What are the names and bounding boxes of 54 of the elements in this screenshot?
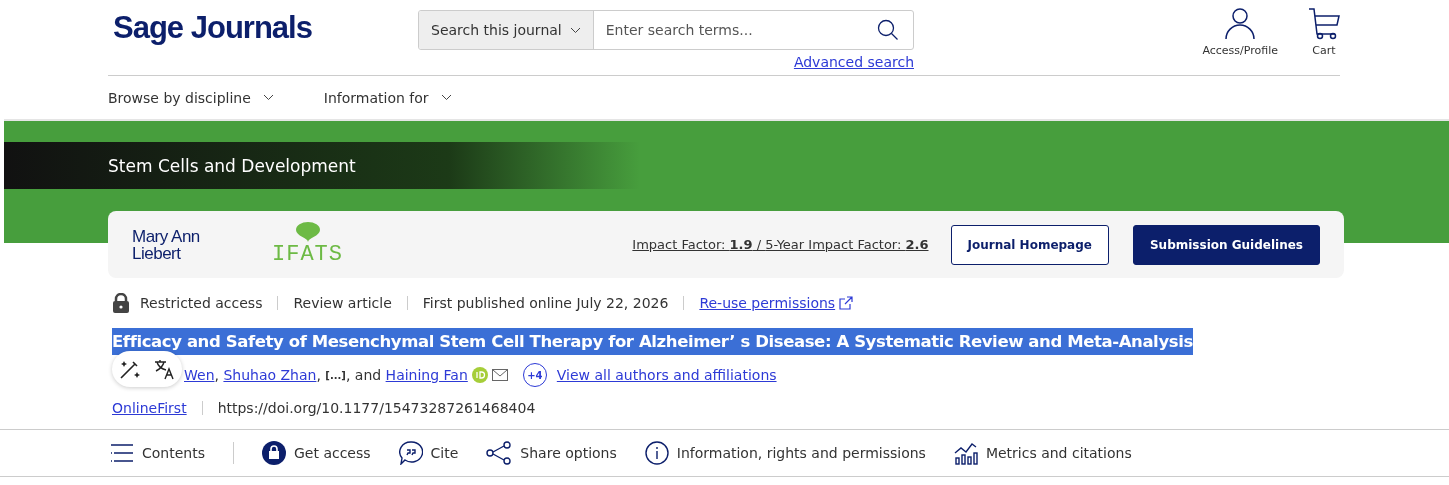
list-icon [110,443,134,463]
article-tool-button[interactable]: Contents [110,443,205,463]
lock-icon [262,441,286,465]
bar-chart-icon [953,441,978,465]
reuse-permissions-link[interactable]: Re-use permissions [699,295,836,311]
article-tool-button[interactable]: Get access [262,441,371,465]
ellipsis-text: [...] [325,369,346,381]
cart-icon [1308,8,1340,40]
submission-button[interactable]: Submission Guidelines [1132,224,1320,265]
comma-text: , [214,367,220,383]
view-authors-link[interactable]: View all authors and affiliations [556,367,777,383]
account-link[interactable]: Access/Profile [1202,8,1278,57]
chevron-down-icon [440,94,452,101]
nav-menu[interactable]: Information for [323,89,452,106]
article-meta: Restricted access [140,295,263,311]
journal-name: Stem Cells and Development [108,155,356,176]
person-icon [1225,8,1256,40]
publisher-logo: Mary Ann Liebert [132,227,201,262]
chevron-down-icon [569,26,581,34]
author-link[interactable]: Wen [184,367,215,383]
share-icon [486,441,513,465]
mail-icon[interactable] [491,369,508,381]
account-link[interactable]: Cart [1308,8,1340,57]
advanced-search-link[interactable]: Advanced search [793,54,914,70]
chevron-down-icon [262,94,274,101]
article-meta: Review article [293,295,392,311]
nav-menu[interactable]: Browse by discipline [108,89,274,106]
magic-wand-icon[interactable] [118,358,141,380]
info-icon [644,441,669,465]
doi-text: https://doi.org/10.1177/15473287261468404 [217,400,536,416]
leaf-icon [294,222,321,242]
article-tool-button[interactable]: Metrics and citations [953,441,1132,465]
homepage-button[interactable]: Journal Homepage [950,224,1109,265]
partner-logo: IFATS [272,242,343,267]
author-link[interactable]: Haining Fan [385,367,468,383]
article-tool-button[interactable]: Cite [398,441,459,465]
article-tool-button[interactable]: Share options [486,441,617,465]
more-authors-button[interactable]: +4 [522,363,547,387]
search-icon[interactable] [877,19,899,41]
journals-logo[interactable]: Sage Journals [113,10,413,46]
author-link[interactable]: Shuhao Zhan [223,367,317,383]
translate-icon[interactable] [153,358,176,380]
article-tool-button[interactable]: Information, rights and permissions [644,441,926,465]
article-meta: First published online July 22, 2026 [422,295,669,311]
search-field[interactable]: Search this journal Enter search terms... [418,10,914,50]
comma-text: , [316,367,322,383]
section-link[interactable]: OnlineFirst [112,400,187,416]
and-text: , and [345,367,383,383]
impact-factors[interactable]: Impact Factor: 1.9 / 5-Year Impact Factor: 2.6 [632,237,929,252]
quote-icon [398,441,423,465]
lock-icon [112,293,130,313]
search-scope-dropdown[interactable]: Search this journal [419,11,594,49]
external-link-icon [839,296,854,310]
article-title: Efficacy and Safety of Mesenchymal Stem Cell Therapy for Alzheimer’ s Disease: A Systematic Review and Meta-Analysis [112,328,1193,355]
